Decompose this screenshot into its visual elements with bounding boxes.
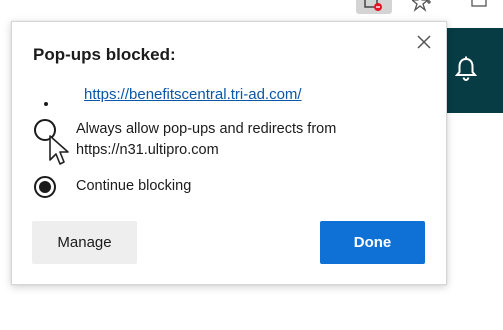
browser-toolbar [0,0,503,20]
dialog-title: Pop-ups blocked: [33,45,176,64]
manage-button[interactable]: Manage [32,221,137,264]
mouse-cursor-icon [49,135,69,165]
list-bullet [44,102,48,106]
close-button[interactable] [413,31,435,53]
always-allow-radio[interactable] [34,119,56,141]
continue-blocking-radio[interactable] [34,176,56,198]
continue-blocking-label[interactable]: Continue blocking [76,176,191,197]
page: Pop-ups blocked: https://benefitscentral… [0,0,503,330]
always-allow-label[interactable]: Always allow pop-ups and redirects from … [76,119,416,161]
favorites-star-icon[interactable] [412,0,432,12]
blocked-popup-link[interactable]: https://benefitscentral.tri-ad.com/ [84,86,302,103]
close-icon [417,35,431,49]
done-button[interactable]: Done [320,221,425,264]
bell-icon[interactable] [454,56,478,82]
popups-blocked-dialog: Pop-ups blocked: https://benefitscentral… [11,21,447,285]
edge-icon[interactable] [470,0,490,12]
popup-blocked-icon [364,0,382,11]
